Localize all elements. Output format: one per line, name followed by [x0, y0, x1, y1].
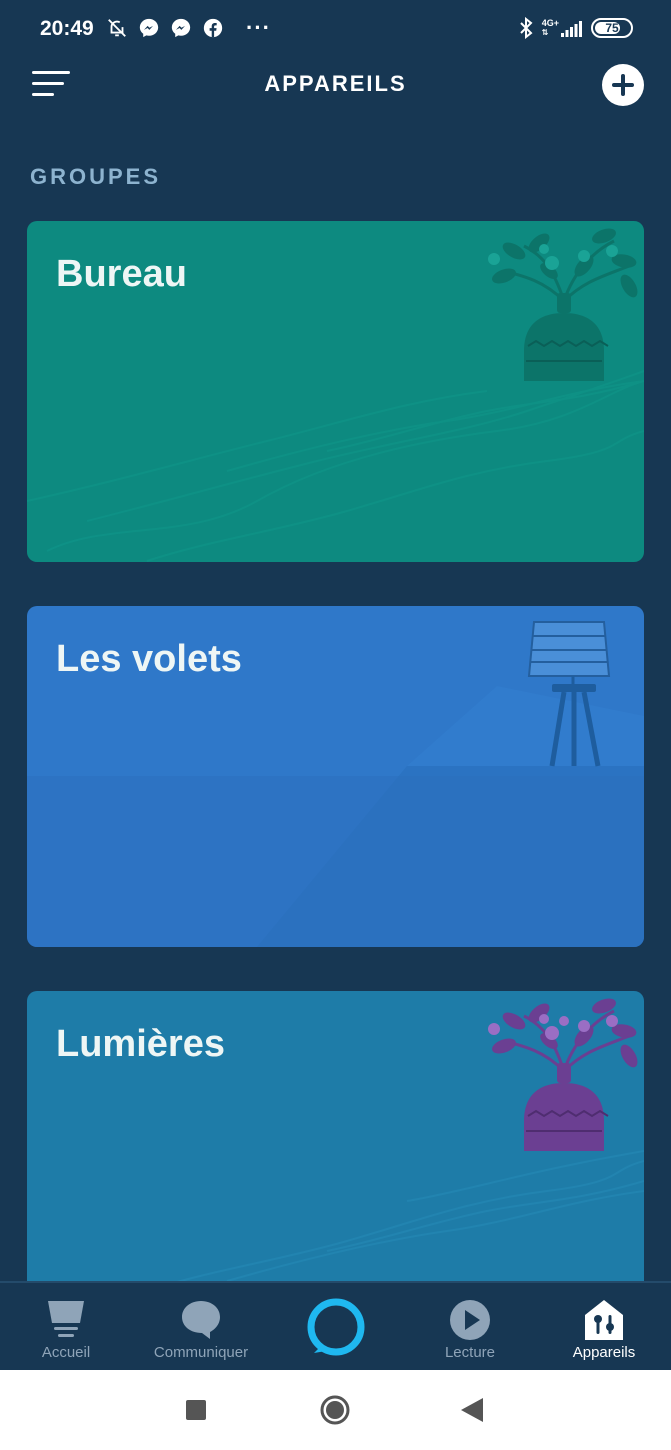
nav-item-communiquer[interactable]: Communiquer: [142, 1283, 260, 1372]
alexa-icon: [307, 1298, 365, 1356]
group-card-les-volets[interactable]: Les volets: [27, 606, 644, 947]
plant-vase-icon: [488, 228, 638, 381]
battery-icon: 75: [591, 18, 633, 38]
nav-label: Appareils: [572, 1344, 636, 1361]
groups-section-label: GROUPES: [30, 164, 162, 189]
chat-bubble-icon: [180, 1299, 222, 1341]
devices-icon: [584, 1299, 624, 1341]
overflow-dots: ···: [246, 15, 271, 40]
battery-level: 75: [605, 21, 619, 35]
bell-off-icon: [108, 19, 126, 37]
app-header: APPAREILS: [0, 58, 671, 114]
group-card-bureau[interactable]: Bureau: [27, 221, 644, 562]
plant-vase-icon: [488, 998, 638, 1151]
group-name: Les volets: [56, 638, 242, 680]
bluetooth-icon: [520, 17, 533, 39]
group-name: Lumières: [56, 1023, 225, 1065]
page-title: APPAREILS: [264, 71, 407, 96]
nav-label: Communiquer: [153, 1344, 249, 1361]
play-icon: [449, 1299, 491, 1341]
messenger-icon: [171, 18, 191, 38]
plus-icon: [612, 74, 634, 96]
network-type: 4G+: [541, 18, 559, 28]
status-time: 20:49: [40, 17, 94, 40]
facebook-icon: [203, 18, 223, 38]
bottom-nav: Accueil Communiquer Lecture Appareils: [0, 1281, 671, 1370]
messenger-icon: [139, 18, 159, 38]
home-circle-icon[interactable]: [319, 1394, 351, 1426]
status-bar: 20:49 ··· 4G+ ⇅ 75: [0, 0, 671, 58]
floor-lamp-icon: [527, 621, 611, 767]
system-status-icons: 4G+ ⇅ 75: [518, 17, 633, 39]
recents-square-icon[interactable]: [186, 1400, 206, 1420]
system-nav-bar: [0, 1370, 671, 1450]
nav-item-appareils[interactable]: Appareils: [554, 1283, 654, 1372]
signal-icon: [561, 21, 582, 37]
nav-item-accueil[interactable]: Accueil: [16, 1283, 116, 1372]
group-card-lumieres[interactable]: Lumières: [27, 991, 644, 1291]
nav-label: Lecture: [444, 1344, 496, 1361]
notification-icons: ···: [106, 17, 271, 39]
group-name: Bureau: [56, 253, 187, 295]
nav-item-lecture[interactable]: Lecture: [420, 1283, 520, 1372]
alexa-button[interactable]: [306, 1297, 366, 1357]
home-icon: [46, 1299, 86, 1341]
nav-label: Accueil: [41, 1344, 91, 1361]
back-triangle-icon[interactable]: [461, 1398, 483, 1422]
network-indicator: 4G+ ⇅: [542, 19, 583, 37]
add-device-button[interactable]: [602, 64, 644, 106]
